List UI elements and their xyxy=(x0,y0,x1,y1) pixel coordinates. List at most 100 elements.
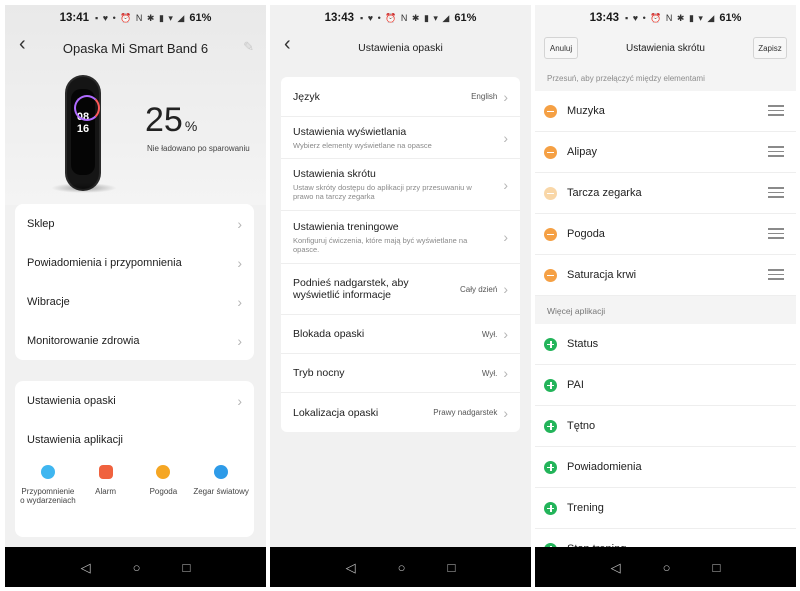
cancel-button[interactable]: Anuluj xyxy=(544,37,578,59)
menu-item-label: Wibracje xyxy=(27,295,70,308)
remove-icon[interactable] xyxy=(544,268,557,282)
add-icon[interactable] xyxy=(544,337,557,351)
app-weather[interactable]: Pogoda xyxy=(135,465,193,505)
drag-handle-icon[interactable] xyxy=(768,187,784,201)
nav-home-icon[interactable]: ○ xyxy=(663,561,671,574)
nav-back-icon[interactable]: ◁ xyxy=(611,561,621,574)
setting-display[interactable]: Ustawienia wyświetlania Wybierz elementy … xyxy=(281,117,520,159)
shortcut-item[interactable]: Saturacja krwi xyxy=(535,255,796,296)
setting-band-lock[interactable]: Blokada opaski Wył. › xyxy=(281,315,520,354)
setting-language[interactable]: Język English › xyxy=(281,77,520,117)
available-label: Tętno xyxy=(567,420,596,432)
phone-band-settings: 13:43 ▪ ♥ • ⏰ N ✱ ▮ ▾ ◢ 61% ‹ Ustawienia… xyxy=(270,5,531,587)
app-event-reminder[interactable]: Przypomnienie o wydarzeniach xyxy=(19,465,77,505)
settings-label: Ustawienia opaski xyxy=(27,394,116,407)
battery-level: 25% xyxy=(145,101,197,140)
shortcut-item[interactable]: Tarcza zegarka xyxy=(535,173,796,214)
available-item[interactable]: PAI xyxy=(535,365,796,406)
android-nav-bar: ◁ ○ □ xyxy=(535,547,796,587)
chevron-right-icon: › xyxy=(503,365,508,381)
battery-percent: 61% xyxy=(719,12,742,24)
setting-workouts[interactable]: Ustawienia treningowe Konfiguruj ćwiczeni… xyxy=(281,211,520,264)
remove-icon[interactable] xyxy=(544,145,557,159)
setting-night-mode[interactable]: Tryb nocny Wył. › xyxy=(281,354,520,393)
drag-handle-icon[interactable] xyxy=(768,269,784,283)
setting-title: Podnieś nadgarstek, aby wyświetlić infor… xyxy=(293,277,409,301)
nav-back-icon[interactable]: ◁ xyxy=(346,561,356,574)
setting-title: Ustawienia wyświetlania xyxy=(293,125,407,138)
add-icon[interactable] xyxy=(544,501,557,515)
available-label: Status xyxy=(567,338,599,350)
alarm-icon xyxy=(98,465,113,479)
setting-subtitle: Konfiguruj ćwiczenia, które mają być wyś… xyxy=(293,235,468,254)
chevron-right-icon: › xyxy=(503,176,508,193)
chevron-right-icon: › xyxy=(503,404,508,421)
battery-unit: % xyxy=(184,118,198,134)
setting-shortcuts[interactable]: Ustawienia skrótu Ustaw skróty dostępu do… xyxy=(281,159,520,211)
drag-handle-icon[interactable] xyxy=(768,146,784,160)
save-button[interactable]: Zapisz xyxy=(753,37,787,59)
status-bar: 13:43 ▪ ♥ • ⏰ N ✱ ▮ ▾ ◢ 61% xyxy=(270,5,531,31)
status-icons: ▪ ♥ • ⏰ N ✱ ▮ ▾ ◢ xyxy=(95,12,186,23)
nav-recents-icon[interactable]: □ xyxy=(448,561,456,574)
event-reminder-icon xyxy=(40,465,55,479)
back-arrow-icon[interactable]: ‹ xyxy=(284,33,291,56)
page-title: Ustawienia opaski xyxy=(358,42,443,54)
app-world-clock[interactable]: Zegar światowy xyxy=(192,465,250,505)
status-time: 13:41 xyxy=(59,12,90,24)
nav-recents-icon[interactable]: □ xyxy=(713,561,721,574)
active-shortcuts-list: Muzyka Alipay Tarcza zegarka Pogoda Satu… xyxy=(535,91,796,296)
chevron-right-icon: › xyxy=(503,281,508,297)
setting-value: Prawy nadgarstek xyxy=(433,408,498,417)
android-nav-bar: ◁ ○ □ xyxy=(5,547,266,587)
nav-home-icon[interactable]: ○ xyxy=(133,561,141,574)
add-icon[interactable] xyxy=(544,460,557,474)
edit-icon[interactable]: ✎ xyxy=(243,39,254,55)
band-settings-item[interactable]: Ustawienia opaski › xyxy=(15,381,254,420)
add-icon[interactable] xyxy=(544,378,557,392)
app-label: Pogoda xyxy=(149,487,178,496)
menu-item-notifications[interactable]: Powiadomienia i przypomnienia › xyxy=(15,243,254,282)
app-alarm[interactable]: Alarm xyxy=(77,465,135,505)
world-clock-icon xyxy=(214,465,229,479)
menu-item-label: Powiadomienia i przypomnienia xyxy=(27,256,182,269)
shortcut-item[interactable]: Pogoda xyxy=(535,214,796,255)
remove-icon[interactable] xyxy=(544,227,557,241)
status-bar: 13:43 ▪ ♥ • ⏰ N ✱ ▮ ▾ ◢ 61% xyxy=(535,5,796,31)
drag-handle-icon[interactable] xyxy=(768,105,784,119)
app-settings-item[interactable]: Ustawienia aplikacji xyxy=(15,420,254,459)
status-time: 13:43 xyxy=(589,12,620,24)
available-item[interactable]: Status xyxy=(535,324,796,365)
setting-band-location[interactable]: Lokalizacja opaski Prawy nadgarstek › xyxy=(281,393,520,432)
remove-icon[interactable] xyxy=(544,104,557,118)
available-item[interactable]: Trening xyxy=(535,488,796,529)
band-minute: 16 xyxy=(76,123,90,135)
nav-back-icon[interactable]: ◁ xyxy=(81,561,91,574)
chevron-right-icon: › xyxy=(503,88,508,105)
app-shortcuts: Przypomnienie o wydarzeniach Alarm Pogod… xyxy=(15,459,254,505)
shortcut-label: Pogoda xyxy=(567,228,605,240)
available-item[interactable]: Tętno xyxy=(535,406,796,447)
nav-recents-icon[interactable]: □ xyxy=(183,561,191,574)
drag-handle-icon[interactable] xyxy=(768,228,784,242)
available-item[interactable]: Powiadomienia xyxy=(535,447,796,488)
add-icon[interactable] xyxy=(544,419,557,433)
status-icons: ▪ ♥ • ⏰ N ✱ ▮ ▾ ◢ xyxy=(625,12,716,23)
shortcut-label: Alipay xyxy=(567,146,597,158)
chevron-right-icon: › xyxy=(237,293,242,310)
menu-item-shop[interactable]: Sklep › xyxy=(15,204,254,243)
shortcut-item[interactable]: Muzyka xyxy=(535,91,796,132)
setting-raise-wrist[interactable]: Podnieś nadgarstek, aby wyświetlić infor… xyxy=(281,264,520,315)
chevron-right-icon: › xyxy=(503,229,508,245)
setting-value: Wył. xyxy=(481,368,498,378)
weather-icon xyxy=(156,465,171,479)
setting-title: Tryb nocny xyxy=(293,367,345,379)
page-title: Opaska Mi Smart Band 6 xyxy=(62,40,209,56)
nav-home-icon[interactable]: ○ xyxy=(398,561,406,574)
shortcut-item[interactable]: Alipay xyxy=(535,132,796,173)
menu-item-vibrations[interactable]: Wibracje › xyxy=(15,282,254,321)
menu-item-health[interactable]: Monitorowanie zdrowia › xyxy=(15,321,254,360)
setting-value: Wył. xyxy=(481,329,498,339)
back-arrow-icon[interactable]: ‹ xyxy=(19,33,26,56)
menu-item-label: Monitorowanie zdrowia xyxy=(27,334,140,347)
